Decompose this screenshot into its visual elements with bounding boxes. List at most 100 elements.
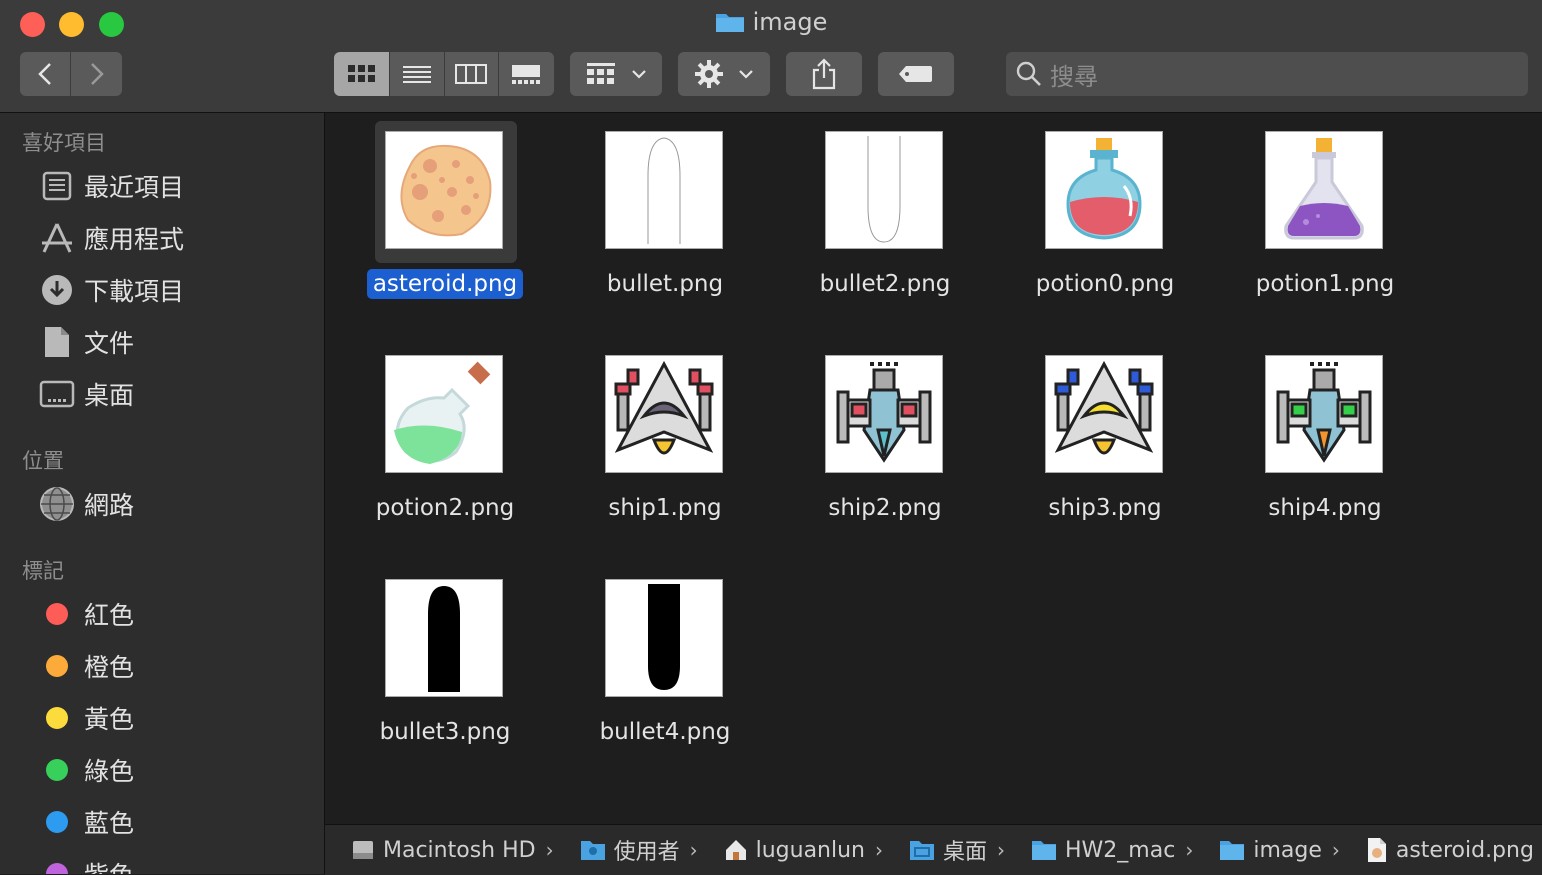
file-item[interactable]: ship1.png xyxy=(545,337,765,537)
file-item[interactable]: potion0.png xyxy=(985,113,1205,313)
path-crumb[interactable]: 桌面 › xyxy=(891,834,1005,866)
file-item[interactable]: ship4.png xyxy=(1205,337,1425,537)
chevron-right-icon: › xyxy=(1185,838,1194,862)
file-item[interactable]: ship3.png xyxy=(985,337,1205,537)
share-button[interactable] xyxy=(786,52,862,96)
file-grid: asteroid.png bullet.png bullet2.png poti… xyxy=(325,113,1542,823)
path-crumb[interactable]: image › xyxy=(1201,838,1340,863)
path-crumb[interactable]: HW2_mac › xyxy=(1013,838,1193,863)
tag-button[interactable] xyxy=(878,52,954,96)
file-item[interactable]: potion2.png xyxy=(325,337,545,537)
desktop-folder-icon xyxy=(909,839,935,861)
search-field[interactable]: 搜尋 xyxy=(1006,52,1528,96)
file-name: ship3.png xyxy=(1048,495,1162,521)
blue-tag-dot xyxy=(46,811,68,833)
window-title: image xyxy=(0,8,1542,39)
sidebar: 喜好項目 最近項目 應用程式 下載項目 文件 桌面 位置 網路 標記 紅色 橙色… xyxy=(0,113,325,874)
file-item[interactable]: bullet3.png xyxy=(325,561,545,761)
png-file-icon xyxy=(1366,837,1388,863)
sidebar-item-label: 藍色 xyxy=(84,809,135,838)
gallery-view-button[interactable] xyxy=(498,52,554,96)
path-crumb[interactable]: asteroid.png xyxy=(1348,837,1534,863)
desktop-icon xyxy=(38,375,76,413)
chevron-left-icon xyxy=(38,63,51,85)
path-crumb-label: asteroid.png xyxy=(1395,837,1534,863)
thumbnail-frame xyxy=(375,345,517,487)
ship4-icon xyxy=(1265,355,1383,473)
file-name: ship1.png xyxy=(608,495,722,521)
purple-tag-dot xyxy=(46,863,68,874)
path-crumb-label: 桌面 xyxy=(943,840,988,865)
forward-button[interactable] xyxy=(71,52,122,96)
sidebar-item-label: 桌面 xyxy=(84,381,135,410)
finder-window: image 搜尋 喜好項目 最近項目 應用程式 下載項目 文件 桌面 位置 網路… xyxy=(0,0,1542,875)
red-potion-icon xyxy=(1045,131,1163,249)
file-name: potion1.png xyxy=(1255,271,1395,297)
file-item[interactable]: ship2.png xyxy=(765,337,985,537)
view-mode-segment xyxy=(334,52,554,96)
file-name: ship2.png xyxy=(828,495,942,521)
path-crumb-label: luguanlun xyxy=(755,837,865,863)
list-view-button[interactable] xyxy=(390,52,445,96)
column-view-button[interactable] xyxy=(444,52,499,96)
orange-tag-dot xyxy=(46,655,68,677)
file-item[interactable]: bullet4.png xyxy=(545,561,765,761)
nav-segment xyxy=(20,52,122,96)
chevron-down-icon xyxy=(739,70,753,79)
sidebar-tag-orange[interactable]: 橙色 xyxy=(38,645,134,687)
path-crumb[interactable]: 使用者 › xyxy=(562,834,698,866)
thumbnail-frame xyxy=(595,121,737,263)
action-menu-button[interactable] xyxy=(678,52,770,96)
sidebar-item-label: 紫色 xyxy=(84,856,134,874)
gallery-icon xyxy=(512,65,541,84)
sidebar-tag-green[interactable]: 綠色 xyxy=(38,749,134,791)
sidebar-item-label: 下載項目 xyxy=(84,277,185,306)
icon-view-button[interactable] xyxy=(334,52,391,96)
list-icon xyxy=(402,66,431,83)
network-icon xyxy=(38,485,76,523)
sidebar-item-label: 綠色 xyxy=(84,757,135,786)
sidebar-item-applications[interactable]: 應用程式 xyxy=(38,217,184,259)
search-icon xyxy=(1016,61,1041,86)
share-icon xyxy=(812,58,836,90)
thumbnail-frame xyxy=(375,121,517,263)
sidebar-item-label: 最近項目 xyxy=(84,173,185,202)
path-crumb[interactable]: Macintosh HD › xyxy=(333,838,554,863)
yellow-tag-dot xyxy=(46,707,68,729)
sidebar-item-label: 網路 xyxy=(84,491,135,520)
file-item[interactable]: bullet2.png xyxy=(765,113,985,313)
sidebar-tag-yellow[interactable]: 黃色 xyxy=(38,697,134,739)
recents-icon xyxy=(38,167,76,205)
file-name: bullet2.png xyxy=(819,271,951,297)
sidebar-tag-blue[interactable]: 藍色 xyxy=(38,801,134,843)
bullet-solid-icon xyxy=(385,579,503,697)
tag-icon xyxy=(899,66,932,82)
file-item[interactable]: asteroid.png xyxy=(325,113,545,313)
favorites-header: 喜好項目 xyxy=(22,131,106,155)
sidebar-item-downloads[interactable]: 下載項目 xyxy=(38,269,184,311)
path-crumb[interactable]: luguanlun › xyxy=(706,838,883,863)
sidebar-item-recents[interactable]: 最近項目 xyxy=(38,165,184,207)
sidebar-item-documents[interactable]: 文件 xyxy=(38,321,134,363)
thumbnail-frame xyxy=(1035,121,1177,263)
sidebar-item-network[interactable]: 網路 xyxy=(38,483,134,525)
chevron-right-icon: › xyxy=(545,838,554,862)
asteroid-icon xyxy=(385,131,503,249)
file-item[interactable]: potion1.png xyxy=(1205,113,1425,313)
sidebar-tag-purple[interactable]: 紫色 xyxy=(38,853,134,874)
home-icon xyxy=(724,838,748,862)
file-name: potion0.png xyxy=(1035,271,1175,297)
bullet-outline-icon xyxy=(605,131,723,249)
thumbnail-frame xyxy=(595,345,737,487)
file-item[interactable]: bullet.png xyxy=(545,113,765,313)
toolbar: image 搜尋 xyxy=(0,0,1542,113)
group-icon xyxy=(587,63,615,84)
sidebar-tag-red[interactable]: 紅色 xyxy=(38,593,134,635)
chevron-right-icon: › xyxy=(689,838,698,862)
sidebar-item-label: 橙色 xyxy=(84,653,135,682)
group-by-button[interactable] xyxy=(570,52,662,96)
file-name: bullet4.png xyxy=(599,719,731,745)
sidebar-item-desktop[interactable]: 桌面 xyxy=(38,373,134,415)
disk-icon xyxy=(351,838,375,862)
back-button[interactable] xyxy=(20,52,71,96)
